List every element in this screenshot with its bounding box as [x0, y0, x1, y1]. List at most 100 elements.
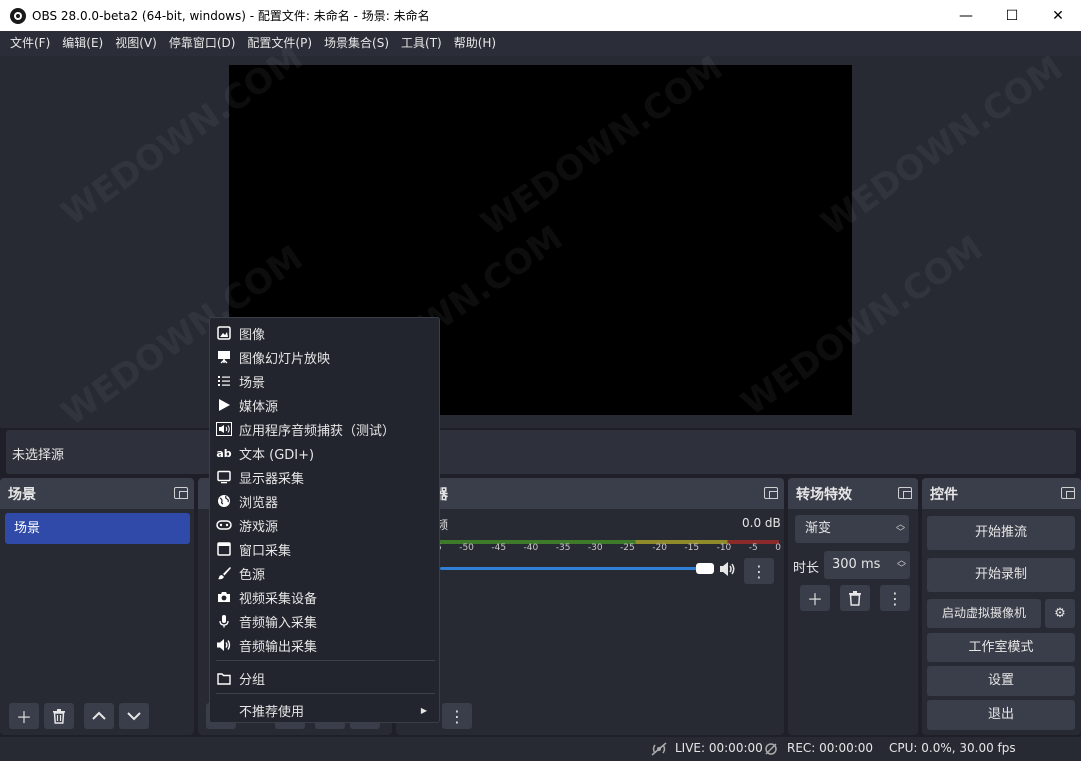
- studio-mode-button[interactable]: 工作室模式: [927, 633, 1075, 662]
- menu-item-media-source[interactable]: 媒体源: [210, 393, 439, 417]
- move-scene-down-button[interactable]: [119, 703, 149, 729]
- source-info-bar: 未选择源: [6, 430, 1076, 474]
- gamepad-icon: [216, 517, 232, 533]
- menu-item-group[interactable]: 分组: [210, 666, 439, 690]
- menu-view[interactable]: 视图(V): [109, 31, 163, 56]
- menu-item-window-capture[interactable]: 窗口采集: [210, 537, 439, 561]
- mixer-dock-header: 器: [396, 478, 784, 509]
- transition-properties-button[interactable]: ⋮: [880, 585, 910, 611]
- menu-item-deprecated[interactable]: 不推荐使用 ▶: [210, 698, 439, 722]
- scene-list-item[interactable]: 场景: [5, 513, 190, 544]
- chevron-up-icon: [92, 711, 106, 720]
- start-streaming-button[interactable]: 开始推流: [927, 516, 1075, 550]
- settings-button[interactable]: 设置: [927, 666, 1075, 696]
- menu-item-browser[interactable]: 浏览器: [210, 489, 439, 513]
- menu-item-label: 游戏源: [239, 519, 279, 535]
- remove-transition-button[interactable]: [840, 585, 870, 611]
- float-dock-icon[interactable]: [1061, 487, 1075, 499]
- transitions-dock-header: 转场特效: [788, 478, 918, 509]
- brush-icon: [216, 565, 232, 581]
- trash-icon: [53, 709, 65, 724]
- menu-item-label: 音频输入采集: [239, 615, 318, 631]
- transitions-title: 转场特效: [796, 486, 852, 503]
- list-icon: [216, 373, 232, 389]
- volume-slider[interactable]: [440, 567, 702, 570]
- remove-scene-button[interactable]: [44, 703, 74, 729]
- no-source-label: 未选择源: [12, 448, 65, 463]
- microphone-icon: [216, 613, 232, 629]
- scenes-title: 场景: [8, 486, 36, 503]
- exit-button[interactable]: 退出: [927, 700, 1075, 730]
- menu-help[interactable]: 帮助(H): [448, 31, 502, 56]
- menu-item-image[interactable]: 图像: [210, 321, 439, 345]
- menu-item-label: 窗口采集: [239, 543, 292, 559]
- close-button[interactable]: ✕: [1035, 0, 1081, 31]
- menu-bar: 文件(F) 编辑(E) 视图(V) 停靠窗口(D) 配置文件(P) 场景集合(S…: [0, 31, 1081, 56]
- live-time: LIVE: 00:00:00: [675, 741, 763, 755]
- menu-item-text-gdi[interactable]: ab 文本 (GDI+): [210, 441, 439, 465]
- globe-icon: [216, 493, 232, 509]
- audio-mixer-dock: 器 频 0.0 dB ⋮ ⋮: [396, 478, 784, 735]
- mixer-level-db: 0.0 dB: [742, 516, 781, 530]
- start-recording-button[interactable]: 开始录制: [927, 558, 1075, 592]
- menu-item-game-source[interactable]: 游戏源: [210, 513, 439, 537]
- scenes-dock-header: 场景: [0, 478, 194, 509]
- menu-item-label: 图像: [239, 327, 266, 343]
- app-audio-icon: [216, 421, 232, 437]
- volume-slider-handle[interactable]: [696, 563, 714, 574]
- monitor-icon: [216, 469, 232, 485]
- transition-select[interactable]: 渐变 ︿ ﹀: [795, 515, 909, 543]
- menu-item-audio-output-capture[interactable]: 音频输出采集: [210, 633, 439, 657]
- menu-item-scene[interactable]: 场景: [210, 369, 439, 393]
- menu-item-label: 分组: [239, 672, 266, 688]
- menu-docks[interactable]: 停靠窗口(D): [163, 31, 242, 56]
- window-icon: [216, 541, 232, 557]
- add-source-context-menu: 图像 图像幻灯片放映 场景 媒体源 应用程序音频捕获（测试） ab 文本 (GD…: [209, 317, 440, 723]
- menu-item-audio-input-capture[interactable]: 音频输入采集: [210, 609, 439, 633]
- virtual-camera-settings-button[interactable]: ⚙: [1045, 599, 1075, 628]
- menu-separator: [216, 660, 435, 661]
- float-dock-icon[interactable]: [898, 487, 912, 499]
- menu-file[interactable]: 文件(F): [4, 31, 56, 56]
- add-transition-button[interactable]: ＋: [800, 585, 830, 611]
- menu-item-image-slideshow[interactable]: 图像幻灯片放映: [210, 345, 439, 369]
- speaker-icon[interactable]: [719, 561, 737, 577]
- menu-item-video-capture-device[interactable]: 视频采集设备: [210, 585, 439, 609]
- scale-tick: -40: [523, 543, 539, 553]
- duration-spinbox[interactable]: 300 ms ︿ ﹀: [824, 551, 910, 579]
- submenu-arrow-icon: ▶: [420, 705, 427, 715]
- menu-item-label: 媒体源: [239, 399, 279, 415]
- menu-edit[interactable]: 编辑(E): [56, 31, 109, 56]
- more-vertical-icon: ⋮: [449, 706, 465, 726]
- menu-item-label: 文本 (GDI+): [239, 447, 315, 463]
- menu-item-color-source[interactable]: 色源: [210, 561, 439, 585]
- add-scene-button[interactable]: ＋: [9, 703, 39, 729]
- menu-item-display-capture[interactable]: 显示器采集: [210, 465, 439, 489]
- plus-icon: ＋: [806, 590, 823, 609]
- menu-item-app-audio-capture[interactable]: 应用程序音频捕获（测试）: [210, 417, 439, 441]
- menu-item-label: 场景: [239, 375, 266, 391]
- float-dock-icon[interactable]: [764, 487, 778, 499]
- controls-dock-header: 控件: [922, 478, 1081, 509]
- duration-label: 时长: [793, 561, 820, 576]
- image-icon: [216, 325, 232, 341]
- mixer-menu-button[interactable]: ⋮: [442, 703, 472, 729]
- duration-value: 300 ms: [832, 557, 881, 572]
- slideshow-icon: [216, 349, 232, 365]
- mixer-menu-button[interactable]: ⋮: [744, 558, 774, 584]
- rec-icon: [765, 743, 777, 755]
- start-virtual-camera-button[interactable]: 启动虚拟摄像机: [927, 599, 1041, 628]
- float-dock-icon[interactable]: [174, 487, 188, 499]
- maximize-button[interactable]: ☐: [989, 0, 1035, 31]
- blank-icon: [216, 702, 232, 718]
- folder-icon: [216, 670, 232, 686]
- scale-tick: -20: [652, 543, 667, 553]
- move-scene-up-button[interactable]: [84, 703, 114, 729]
- spin-arrows-icon[interactable]: ︿ ﹀: [897, 557, 906, 574]
- volume-meter-scale: 5 -50 -45 -40 -35 -30 -25 -20 -15 -10 -5…: [436, 543, 781, 555]
- minimize-button[interactable]: —: [943, 0, 989, 31]
- camera-icon: [216, 589, 232, 605]
- menu-item-label: 不推荐使用: [239, 704, 305, 720]
- menu-scene-collection[interactable]: 场景集合(S): [318, 31, 395, 56]
- menu-tools[interactable]: 工具(T): [395, 31, 448, 56]
